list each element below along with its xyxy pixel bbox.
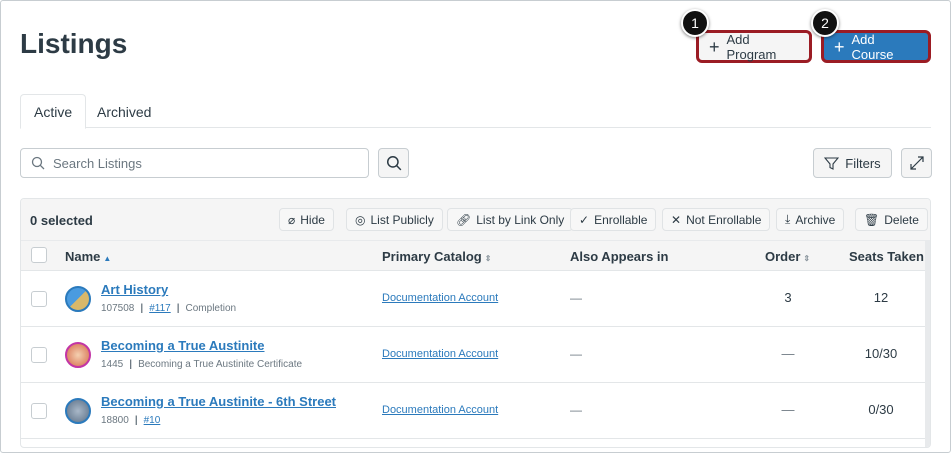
tab-bar: Active Archived (20, 94, 931, 129)
listing-number-link[interactable]: #117 (149, 303, 171, 314)
scrollbar[interactable] (925, 241, 930, 447)
also-appears-value: — (570, 403, 582, 417)
add-program-button[interactable]: + Add Program (696, 30, 812, 63)
hide-button[interactable]: ⌀ Hide (279, 208, 334, 231)
listing-meta: 107508 | #117 | Completion (101, 303, 237, 314)
column-header-primary-catalog[interactable]: Primary Catalog ⇕ (382, 249, 491, 264)
listings-table: 0 selected ⌀ Hide ◎ List Publicly 🔗︎ List b… (20, 198, 931, 448)
primary-catalog-link[interactable]: Documentation Account (382, 404, 498, 416)
check-icon: ✓ (579, 212, 590, 227)
column-header-order[interactable]: Order ⇕ (765, 249, 810, 264)
search-icon (386, 155, 401, 171)
column-label: Name (65, 249, 101, 264)
tab-archived[interactable]: Archived (84, 94, 164, 129)
plus-icon: + (709, 36, 720, 57)
course-avatar (65, 398, 91, 424)
listing-name-link[interactable]: Becoming a True Austinite (101, 338, 265, 353)
order-value: 3 (784, 290, 792, 305)
course-avatar (65, 342, 91, 368)
selected-count: 0 selected (30, 213, 93, 228)
row-checkbox[interactable] (31, 291, 47, 307)
expand-icon (909, 156, 924, 170)
hide-label: Hide (300, 212, 325, 227)
list-by-link-label: List by Link Only (476, 212, 565, 227)
x-icon: ✕ (671, 212, 682, 227)
also-appears-value: — (570, 291, 582, 305)
row-checkbox[interactable] (31, 403, 47, 419)
delete-label: Delete (884, 212, 919, 227)
list-by-link-button[interactable]: 🔗︎ List by Link Only (447, 208, 574, 231)
tab-active[interactable]: Active (20, 94, 87, 129)
listing-name-link[interactable]: Becoming a True Austinite - 6th Street (101, 394, 336, 409)
seats-value: 10/30 (864, 346, 898, 361)
select-all-checkbox[interactable] (31, 247, 47, 263)
also-appears-value: — (570, 347, 582, 361)
filter-icon (824, 156, 840, 170)
listing-meta: 18800 | #10 (101, 415, 161, 426)
order-value: — (781, 402, 795, 417)
column-header-name[interactable]: Name ▲ (65, 249, 111, 264)
not-enrollable-label: Not Enrollable (686, 212, 762, 227)
plus-icon: + (834, 36, 845, 57)
table-header: Name ▲ Primary Catalog ⇕ Also Appears in O… (21, 241, 930, 271)
primary-catalog-link[interactable]: Documentation Account (382, 292, 498, 304)
eye-icon: ◎ (355, 212, 366, 227)
trash-icon: 🗑︎ (864, 212, 880, 227)
listing-name-link[interactable]: Art History (101, 282, 168, 297)
listing-number-link[interactable]: #10 (144, 415, 161, 426)
column-label: Primary Catalog (382, 249, 482, 264)
sort-icon: ⇕ (803, 254, 811, 263)
filters-button[interactable]: Filters (813, 148, 892, 178)
add-program-label: Add Program (726, 31, 777, 62)
page-title: Listings (20, 28, 128, 59)
archive-icon: ⤓ (785, 212, 791, 226)
expand-button[interactable] (901, 148, 932, 178)
bulk-actions-toolbar: 0 selected ⌀ Hide ◎ List Publicly 🔗︎ List b… (21, 199, 930, 241)
listing-extra: Completion (185, 303, 237, 314)
listing-id: 1445 (101, 359, 124, 370)
course-avatar (65, 286, 91, 312)
callout-badge-2: 2 (811, 9, 839, 37)
table-row: Becoming a True Austinite - 6th Street 1… (21, 383, 930, 439)
list-publicly-button[interactable]: ◎ List Publicly (346, 208, 443, 231)
enrollable-button[interactable]: ✓ Enrollable (570, 208, 657, 231)
table-row: Becoming a True Austinite 1445 | Becoming … (21, 327, 930, 383)
listing-id: 107508 (101, 303, 135, 314)
listing-meta: 1445 | Becoming a True Austinite Certifica… (101, 359, 303, 370)
archive-button[interactable]: ⤓ Archive (776, 208, 845, 231)
seats-value: 12 (873, 290, 889, 305)
listing-extra: Becoming a True Austinite Certificate (138, 359, 303, 370)
row-checkbox[interactable] (31, 347, 47, 363)
callout-badge-1: 1 (681, 9, 709, 37)
search-placeholder: Search Listings (53, 155, 142, 171)
sort-asc-icon: ▲ (103, 254, 112, 263)
seats-value: 0/30 (868, 402, 894, 417)
primary-catalog-link[interactable]: Documentation Account (382, 348, 498, 360)
column-header-seats-taken: Seats Taken (849, 249, 924, 264)
list-publicly-label: List Publicly (370, 212, 434, 227)
delete-button[interactable]: 🗑︎ Delete (855, 208, 928, 231)
add-course-label: Add Course (851, 31, 894, 62)
add-course-button[interactable]: + Add Course (821, 30, 931, 63)
not-enrollable-button[interactable]: ✕ Not Enrollable (662, 208, 771, 231)
search-button[interactable] (378, 148, 409, 178)
filters-label: Filters (845, 155, 881, 171)
eye-off-icon: ⌀ (288, 212, 296, 227)
archive-label: Archive (795, 212, 836, 227)
column-header-also-appears: Also Appears in (570, 249, 669, 264)
link-icon: 🔗︎ (456, 212, 472, 227)
search-input[interactable]: Search Listings (20, 148, 369, 178)
listing-id: 18800 (101, 415, 129, 426)
sort-icon: ⇕ (484, 254, 492, 263)
table-row: Art History 107508 | #117 | Completion Docum… (21, 271, 930, 327)
column-label: Order (765, 249, 801, 264)
search-icon (31, 156, 45, 170)
order-value: — (781, 346, 795, 361)
enrollable-label: Enrollable (594, 212, 648, 227)
